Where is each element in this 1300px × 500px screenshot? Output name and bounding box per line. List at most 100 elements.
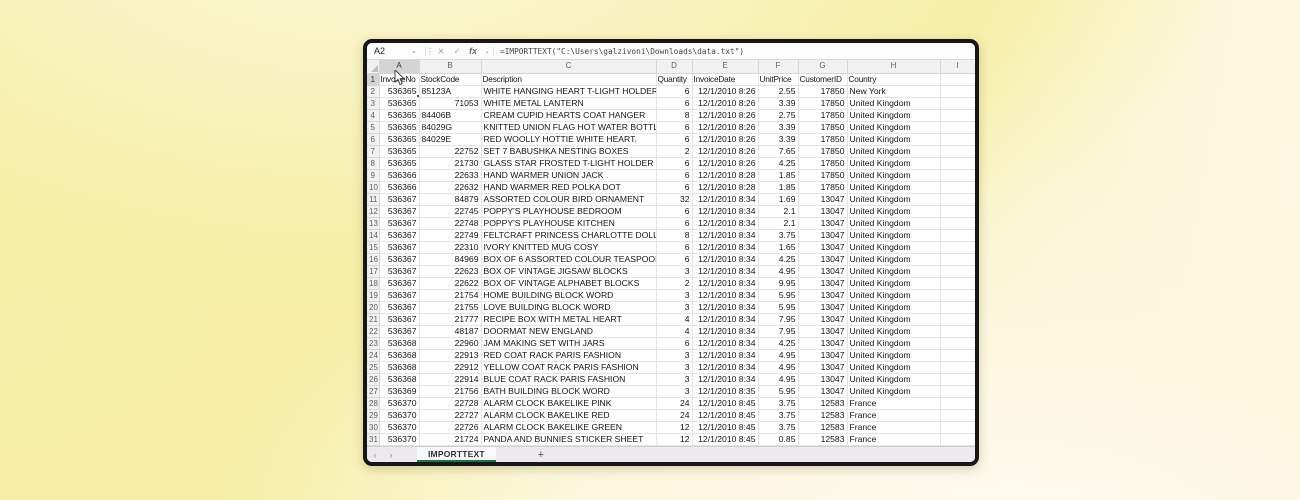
cell[interactable]: RED WOOLLY HOTTIE WHITE HEART. <box>481 133 656 145</box>
cell[interactable]: 12/1/2010 8:34 <box>692 289 758 301</box>
cell[interactable]: 12/1/2010 8:34 <box>692 373 758 385</box>
cell[interactable]: 536367 <box>379 301 419 313</box>
cell[interactable]: 12/1/2010 8:34 <box>692 217 758 229</box>
cell[interactable]: BATH BUILDING BLOCK WORD <box>481 385 656 397</box>
row-header-14[interactable]: 14 <box>367 229 379 241</box>
cell[interactable]: ALARM CLOCK BAKELIKE RED <box>481 409 656 421</box>
cell[interactable]: France <box>847 397 940 409</box>
row-header-15[interactable]: 15 <box>367 241 379 253</box>
cell[interactable]: 22960 <box>419 337 481 349</box>
cell[interactable] <box>940 109 975 121</box>
cell[interactable] <box>940 337 975 349</box>
cell[interactable]: 12/1/2010 8:26 <box>692 97 758 109</box>
cell[interactable]: 6 <box>656 337 692 349</box>
cell[interactable]: 21777 <box>419 313 481 325</box>
cell[interactable]: 3 <box>656 373 692 385</box>
column-header-e[interactable]: E <box>692 60 758 73</box>
cell[interactable]: 22913 <box>419 349 481 361</box>
cell[interactable]: 22912 <box>419 361 481 373</box>
cell[interactable]: 13047 <box>798 349 847 361</box>
cell[interactable]: 6 <box>656 121 692 133</box>
cell[interactable]: ASSORTED COLOUR BIRD ORNAMENT <box>481 193 656 205</box>
cell[interactable]: FELTCRAFT PRINCESS CHARLOTTE DOLL <box>481 229 656 241</box>
cell[interactable]: United Kingdom <box>847 361 940 373</box>
cell[interactable]: 12/1/2010 8:34 <box>692 253 758 265</box>
row-header-30[interactable]: 30 <box>367 421 379 433</box>
cell[interactable]: 536367 <box>379 217 419 229</box>
cell[interactable]: United Kingdom <box>847 133 940 145</box>
cell[interactable]: 536367 <box>379 265 419 277</box>
cell[interactable] <box>940 169 975 181</box>
cell[interactable]: BLUE COAT RACK PARIS FASHION <box>481 373 656 385</box>
cell[interactable]: 536370 <box>379 409 419 421</box>
row-header-22[interactable]: 22 <box>367 325 379 337</box>
cell[interactable]: 84879 <box>419 193 481 205</box>
cell[interactable] <box>940 289 975 301</box>
cell[interactable]: 1.69 <box>758 193 798 205</box>
cell[interactable]: 12/1/2010 8:34 <box>692 193 758 205</box>
cell[interactable]: 536367 <box>379 253 419 265</box>
prev-sheet-icon[interactable]: ‹ <box>367 447 383 462</box>
cell[interactable]: Quantity <box>656 73 692 85</box>
cell[interactable]: 536368 <box>379 361 419 373</box>
cell[interactable]: 4.25 <box>758 253 798 265</box>
cell[interactable] <box>940 241 975 253</box>
formula-bar-splitter-icon[interactable]: ⋮ <box>425 47 433 56</box>
cell[interactable]: 536369 <box>379 385 419 397</box>
column-header-b[interactable]: B <box>419 60 481 73</box>
cell[interactable]: 13047 <box>798 265 847 277</box>
column-header-g[interactable]: G <box>798 60 847 73</box>
cell[interactable]: 85123A <box>419 85 481 97</box>
cell[interactable]: 7.65 <box>758 145 798 157</box>
cell[interactable]: United Kingdom <box>847 121 940 133</box>
cell[interactable]: United Kingdom <box>847 373 940 385</box>
cell[interactable]: 536365 <box>379 145 419 157</box>
cell[interactable]: 13047 <box>798 241 847 253</box>
cell[interactable]: 3.39 <box>758 133 798 145</box>
cell[interactable]: 6 <box>656 97 692 109</box>
cell[interactable] <box>940 385 975 397</box>
cell[interactable]: 48187 <box>419 325 481 337</box>
cell[interactable]: 536365 <box>379 109 419 121</box>
cell[interactable]: 13047 <box>798 301 847 313</box>
cell[interactable]: HOME BUILDING BLOCK WORD <box>481 289 656 301</box>
cell[interactable]: United Kingdom <box>847 109 940 121</box>
cell[interactable]: United Kingdom <box>847 277 940 289</box>
cell[interactable]: POPPY'S PLAYHOUSE BEDROOM <box>481 205 656 217</box>
cell[interactable]: 5.95 <box>758 385 798 397</box>
cell[interactable]: France <box>847 409 940 421</box>
column-header-a[interactable]: A <box>379 60 419 73</box>
cell[interactable]: 6 <box>656 217 692 229</box>
cell[interactable]: 1.85 <box>758 169 798 181</box>
cell[interactable]: 536367 <box>379 289 419 301</box>
cell[interactable]: 22727 <box>419 409 481 421</box>
cell[interactable] <box>940 193 975 205</box>
cell[interactable] <box>940 397 975 409</box>
cell[interactable] <box>940 433 975 445</box>
cell[interactable]: 12583 <box>798 433 847 445</box>
cell[interactable]: 22633 <box>419 169 481 181</box>
cell[interactable] <box>940 277 975 289</box>
cell[interactable]: POPPY'S PLAYHOUSE KITCHEN <box>481 217 656 229</box>
cell[interactable]: 21756 <box>419 385 481 397</box>
cell[interactable]: 12/1/2010 8:34 <box>692 313 758 325</box>
cell[interactable]: BOX OF VINTAGE JIGSAW BLOCKS <box>481 265 656 277</box>
cell[interactable]: United Kingdom <box>847 349 940 361</box>
column-header-f[interactable]: F <box>758 60 798 73</box>
cell[interactable]: 84969 <box>419 253 481 265</box>
cell[interactable]: RED COAT RACK PARIS FASHION <box>481 349 656 361</box>
cell[interactable]: 21754 <box>419 289 481 301</box>
cell[interactable]: United Kingdom <box>847 313 940 325</box>
cell[interactable]: 12/1/2010 8:26 <box>692 133 758 145</box>
cell[interactable]: 536370 <box>379 421 419 433</box>
cell[interactable]: 536368 <box>379 373 419 385</box>
cell[interactable]: 12/1/2010 8:26 <box>692 85 758 97</box>
cell[interactable]: 2.1 <box>758 217 798 229</box>
row-header-11[interactable]: 11 <box>367 193 379 205</box>
row-header-6[interactable]: 6 <box>367 133 379 145</box>
cell[interactable]: 3 <box>656 301 692 313</box>
cell[interactable]: WHITE METAL LANTERN <box>481 97 656 109</box>
cell[interactable]: 22632 <box>419 181 481 193</box>
cell[interactable] <box>940 253 975 265</box>
cell[interactable]: 12/1/2010 8:26 <box>692 121 758 133</box>
